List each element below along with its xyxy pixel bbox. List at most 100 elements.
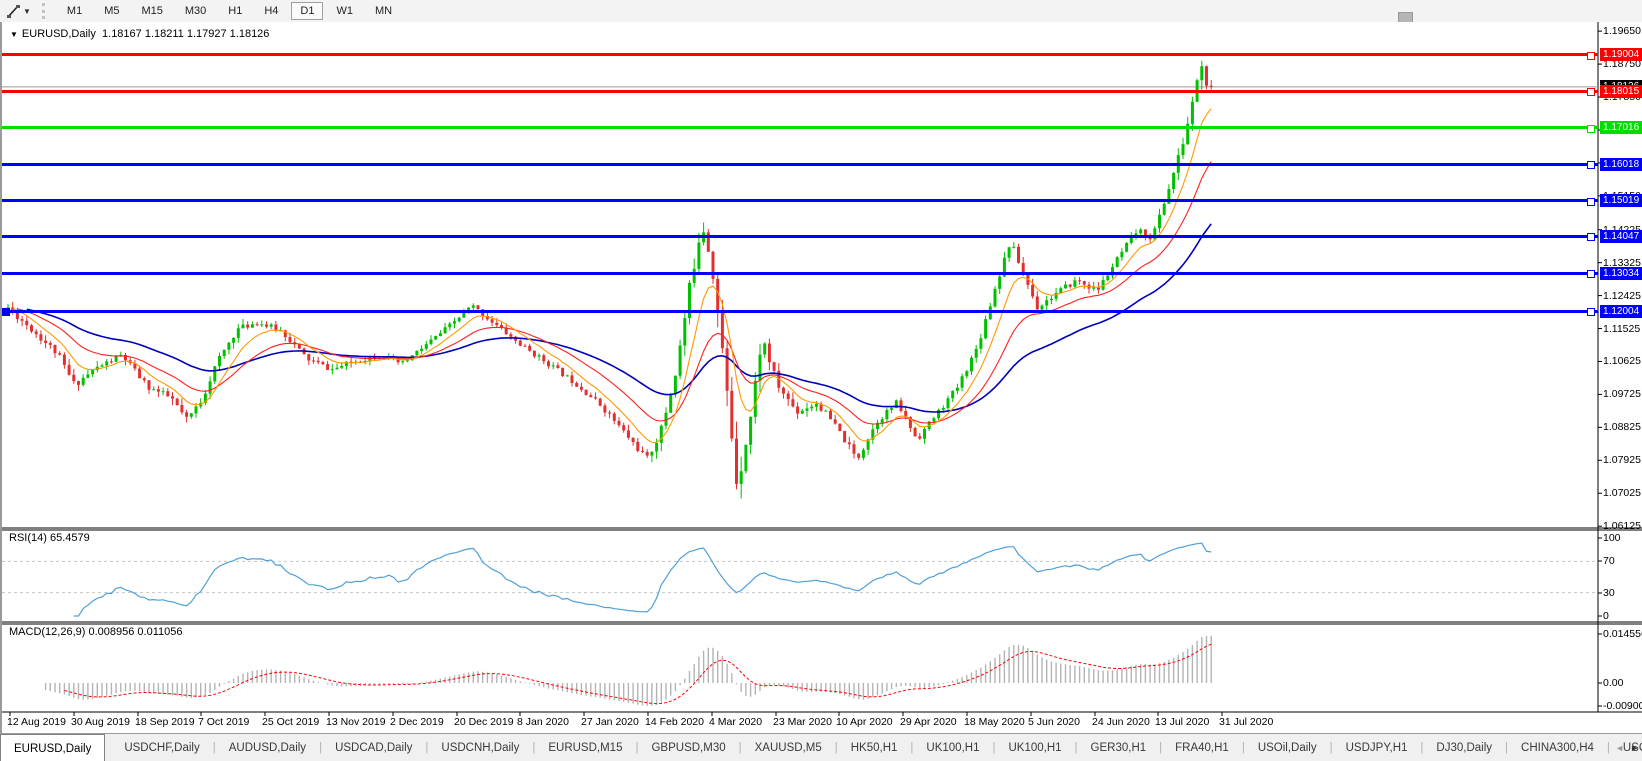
tab-audusd-daily[interactable]: AUDUSD,Daily xyxy=(216,734,319,761)
chevron-down-icon: ▼ xyxy=(23,6,31,16)
horizontal-line-1.15019[interactable] xyxy=(2,199,1598,203)
mt4-window: ▼ M1 M5 M15 M30 H1 H4 D1 W1 MN ▼ EURUSD,Daily 1.1… xyxy=(0,0,1642,761)
macd-label: MACD(12,26,9) 0.008956 0.011056 xyxy=(9,626,183,638)
line-anchor[interactable] xyxy=(1587,270,1595,279)
price-line-box: 1.17016 xyxy=(1600,121,1642,135)
horizontal-line-1.13034[interactable] xyxy=(2,271,1598,275)
rsi-axis-tick: 70 xyxy=(1603,555,1615,567)
date-label: 14 Feb 2020 xyxy=(645,716,704,728)
timeframe-button-m1[interactable]: M1 xyxy=(58,2,91,20)
price-axis-tick: 1.07025 xyxy=(1603,487,1641,499)
horizontal-line-1.14047[interactable] xyxy=(2,234,1598,238)
chart-title: ▼ EURUSD,Daily 1.18167 1.18211 1.17927 1.… xyxy=(10,28,269,40)
line-anchor[interactable] xyxy=(1587,51,1595,60)
tab-fra40-h1[interactable]: FRA40,H1 xyxy=(1162,734,1242,761)
tab-eurusd-m15[interactable]: EURUSD,M15 xyxy=(535,734,635,761)
tab-gbpusd-m30[interactable]: GBPUSD,M30 xyxy=(638,734,738,761)
price-line-box: 1.15019 xyxy=(1600,194,1642,208)
price-line-box: 1.12004 xyxy=(1600,304,1642,318)
date-label: 10 Apr 2020 xyxy=(836,716,893,728)
tab-uk100-h1[interactable]: UK100,H1 xyxy=(913,734,992,761)
price-line-box: 1.18015 xyxy=(1600,84,1642,98)
tab-ger30-h1[interactable]: GER30,H1 xyxy=(1078,734,1160,761)
price-line-box: 1.16018 xyxy=(1600,157,1642,171)
horizontal-line-1.16018[interactable] xyxy=(2,162,1598,166)
date-label: 13 Jul 2020 xyxy=(1155,716,1210,728)
date-label: 27 Jan 2020 xyxy=(581,716,639,728)
timeframe-button-m15[interactable]: M15 xyxy=(132,2,171,20)
date-label: 7 Oct 2019 xyxy=(198,716,250,728)
line-anchor[interactable] xyxy=(1587,124,1595,133)
date-label: 20 Dec 2019 xyxy=(454,716,514,728)
rsi-axis-tick: 30 xyxy=(1603,587,1615,599)
chart-symbol: EURUSD,Daily xyxy=(21,28,96,40)
tab-dj30-daily[interactable]: DJ30,Daily xyxy=(1423,734,1505,761)
timeframe-button-h1[interactable]: H1 xyxy=(219,2,251,20)
tab-usoil-daily[interactable]: USOil,Daily xyxy=(1245,734,1330,761)
price-axis-tick: 1.10625 xyxy=(1603,355,1641,367)
timeframe-button-h4[interactable]: H4 xyxy=(255,2,287,20)
horizontal-line-1.17016[interactable] xyxy=(2,126,1598,130)
date-label: 2 Dec 2019 xyxy=(390,716,444,728)
rsi-axis-tick: 100 xyxy=(1603,532,1621,544)
price-axis-tick: 1.06125 xyxy=(1603,520,1641,532)
horizontal-line-1.18015[interactable] xyxy=(2,89,1598,93)
chart-menu-icon[interactable]: ▼ xyxy=(10,30,18,39)
date-label: 30 Aug 2019 xyxy=(71,716,130,728)
price-line-box: 1.19004 xyxy=(1600,48,1642,62)
horizontal-line-1.19004[interactable] xyxy=(2,53,1598,57)
chart-tab-bar: EURUSD,Daily USDCHF,Daily | AUDUSD,Daily | US… xyxy=(0,733,1642,761)
date-label: 25 Oct 2019 xyxy=(262,716,320,728)
date-label: 18 Sep 2019 xyxy=(135,716,195,728)
cursor-tool-button[interactable]: ▼ xyxy=(3,3,34,20)
tab-usdcnh-daily[interactable]: USDCNH,Daily xyxy=(428,734,532,761)
line-anchor[interactable] xyxy=(1587,233,1595,242)
date-label: 13 Nov 2019 xyxy=(326,716,386,728)
tab-hk50-h1[interactable]: HK50,H1 xyxy=(838,734,911,761)
timeframe-toolbar: ▼ M1 M5 M15 M30 H1 H4 D1 W1 MN xyxy=(0,0,1642,23)
price-axis-tick: 1.08825 xyxy=(1603,421,1641,433)
timeframe-button-mn[interactable]: MN xyxy=(366,2,401,20)
date-label: 24 Jun 2020 xyxy=(1092,716,1150,728)
price-axis-tick: 1.11525 xyxy=(1603,323,1641,335)
timeframe-button-m5[interactable]: M5 xyxy=(95,2,128,20)
date-label: 8 Jan 2020 xyxy=(517,716,569,728)
tab-usdjpy-h1[interactable]: USDJPY,H1 xyxy=(1333,734,1421,761)
rsi-axis-tick: 0 xyxy=(1603,610,1609,622)
toolbar-grip xyxy=(41,3,50,19)
macd-axis-tick: 0.00 xyxy=(1603,677,1624,689)
price-axis-tick: 1.19650 xyxy=(1603,25,1641,37)
tab-eurusd-daily[interactable]: EURUSD,Daily xyxy=(0,734,106,761)
date-label: 18 May 2020 xyxy=(964,716,1025,728)
date-label: 4 Mar 2020 xyxy=(709,716,763,728)
timeframe-button-w1[interactable]: W1 xyxy=(327,2,362,20)
tab-xauusd-m5[interactable]: XAUUSD,M5 xyxy=(742,734,835,761)
macd-axis-tick: -0.009001 xyxy=(1603,700,1642,712)
line-anchor[interactable] xyxy=(2,308,10,316)
macd-axis-tick: 0.014556 xyxy=(1603,628,1642,640)
price-line-box: 1.13034 xyxy=(1600,266,1642,280)
timeframe-button-d1[interactable]: D1 xyxy=(291,2,324,20)
tab-usdchf-daily[interactable]: USDCHF,Daily xyxy=(111,734,212,761)
date-label: 23 Mar 2020 xyxy=(773,716,832,728)
tab-scroll-right-icon[interactable]: ► xyxy=(1630,743,1639,753)
timeframe-button-m30[interactable]: M30 xyxy=(176,2,215,20)
tab-usdcad-daily[interactable]: USDCAD,Daily xyxy=(322,734,425,761)
price-axis-tick: 1.09725 xyxy=(1603,388,1641,400)
timeframe-buttons: M1 M5 M15 M30 H1 H4 D1 W1 MN xyxy=(56,2,403,20)
line-anchor[interactable] xyxy=(1587,88,1595,96)
crosshair-icon xyxy=(7,4,20,18)
chart-ohlc: 1.18167 1.18211 1.17927 1.18126 xyxy=(102,28,270,40)
line-anchor[interactable] xyxy=(1587,197,1595,206)
date-label: 31 Jul 2020 xyxy=(1219,716,1274,728)
date-label: 5 Jun 2020 xyxy=(1028,716,1080,728)
line-anchor[interactable] xyxy=(1587,308,1595,316)
tab-uk100-h1[interactable]: UK100,H1 xyxy=(995,734,1074,761)
tab-scroll-left-icon[interactable]: ◄ xyxy=(1615,743,1624,753)
price-line-box: 1.14047 xyxy=(1600,229,1642,243)
line-anchor[interactable] xyxy=(1587,161,1595,170)
tab-china300-h4[interactable]: CHINA300,H4 xyxy=(1508,734,1607,761)
price-axis-tick: 1.12425 xyxy=(1603,290,1641,302)
horizontal-line-1.12004[interactable] xyxy=(2,309,1598,313)
date-label: 12 Aug 2019 xyxy=(7,716,66,728)
